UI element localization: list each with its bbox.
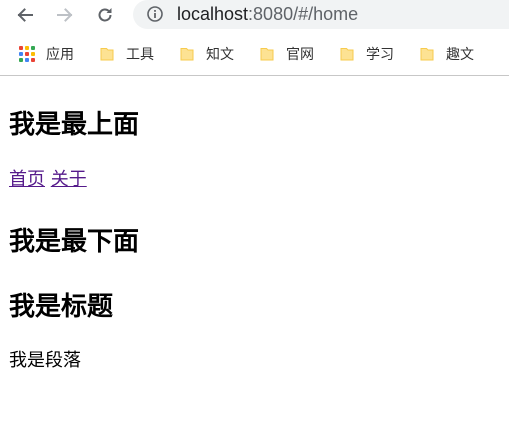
bottom-heading: 我是最下面 — [9, 227, 140, 257]
apps-grid-icon — [19, 46, 35, 62]
back-arrow-icon — [17, 8, 33, 22]
address-bar[interactable]: localhost:8080/#/home — [133, 0, 509, 29]
url-path: :8080/#/home — [248, 4, 359, 24]
url-host: localhost — [177, 4, 249, 24]
page-content: 我是最上面 首页 关于 我是最下面 我是标题 我是段落 — [9, 76, 509, 426]
bookmark-folder-tools[interactable]: 工具 — [99, 43, 154, 65]
forward-arrow-icon — [57, 8, 73, 22]
bookmarks-bar: 应用 工具 知文 官网 学习 趣文 — [0, 32, 509, 76]
folder-icon — [260, 48, 274, 61]
router-nav: 首页 关于 — [9, 169, 87, 191]
back-button[interactable] — [11, 2, 39, 28]
browser-toolbar: localhost:8080/#/home — [0, 0, 509, 32]
bookmark-folder-study[interactable]: 学习 — [339, 43, 394, 65]
reload-icon — [98, 8, 112, 22]
folder-icon — [180, 48, 194, 61]
bookmark-label: 知文 — [206, 47, 234, 63]
top-heading: 我是最上面 — [9, 110, 140, 140]
bookmark-label: 工具 — [126, 47, 154, 63]
bookmark-folder-fun[interactable]: 趣文 — [419, 43, 474, 65]
folder-icon — [100, 48, 114, 61]
bookmark-apps[interactable]: 应用 — [19, 43, 74, 65]
paragraph: 我是段落 — [9, 350, 81, 371]
bookmark-folder-official[interactable]: 官网 — [259, 43, 314, 65]
reload-button[interactable] — [91, 2, 119, 28]
bookmark-label: 学习 — [366, 47, 394, 63]
bookmark-label: 应用 — [46, 47, 74, 63]
url-text[interactable]: localhost:8080/#/home — [177, 4, 358, 24]
forward-button[interactable] — [51, 2, 79, 28]
folder-icon — [420, 48, 434, 61]
bookmark-label: 官网 — [286, 47, 314, 63]
bookmark-folder-zhiwen[interactable]: 知文 — [179, 43, 234, 65]
about-link[interactable]: 关于 — [51, 169, 87, 190]
title-heading: 我是标题 — [9, 292, 114, 322]
home-link[interactable]: 首页 — [9, 169, 45, 190]
bookmark-label: 趣文 — [446, 47, 474, 63]
site-info-icon[interactable] — [147, 6, 163, 22]
folder-icon — [340, 48, 354, 61]
